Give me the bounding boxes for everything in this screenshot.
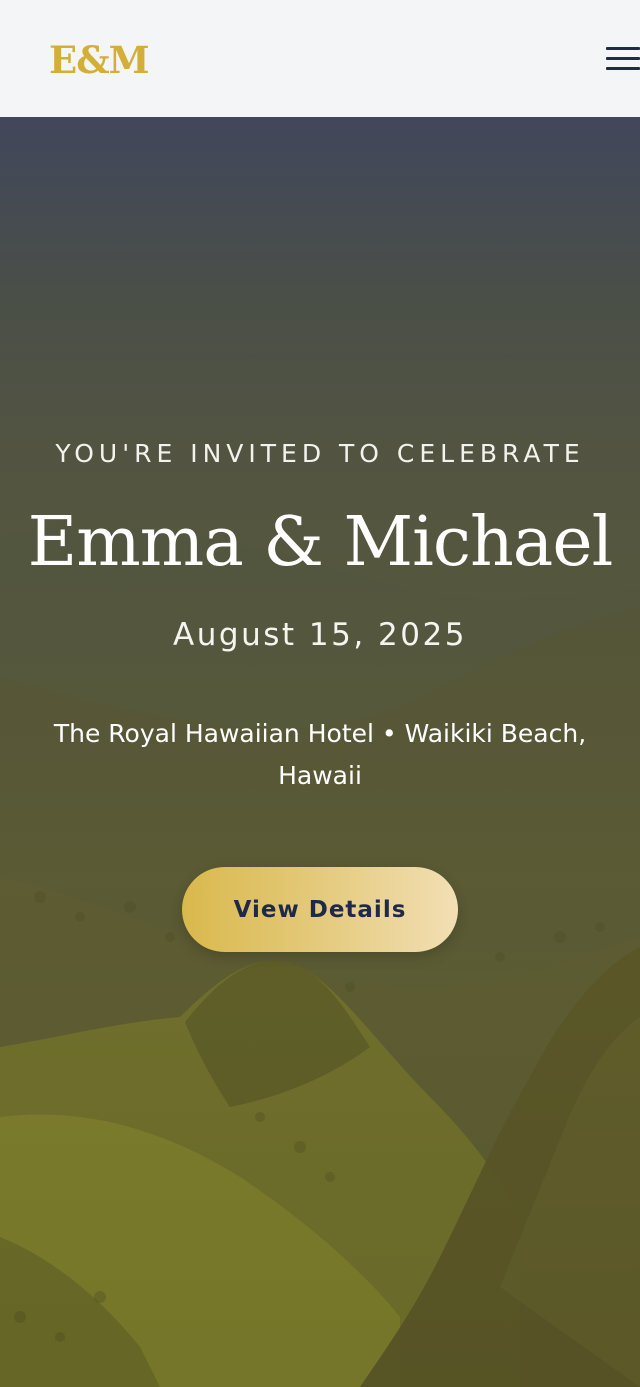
menu-line [606,57,640,60]
hamburger-menu-icon[interactable] [604,44,640,72]
logo[interactable]: E&M [49,36,150,84]
venue-text: The Royal Hawaiian Hotel • Waikiki Beach… [53,719,587,790]
hero-content: YOU'RE INVITED TO CELEBRATE Emma & Micha… [0,117,640,1387]
hero-section: YOU'RE INVITED TO CELEBRATE Emma & Micha… [0,117,640,1387]
menu-line [606,47,640,50]
page: E&M YOU'RE INVITED TO CELEBRATE Emma & M… [0,0,640,1387]
view-details-button[interactable]: View Details [182,867,458,952]
couple-names-heading: Emma & Michael [27,503,614,582]
menu-line [606,67,640,70]
invite-line: YOU'RE INVITED TO CELEBRATE [55,439,585,468]
wedding-date: August 15, 2025 [173,617,467,653]
site-header: E&M [0,0,640,117]
